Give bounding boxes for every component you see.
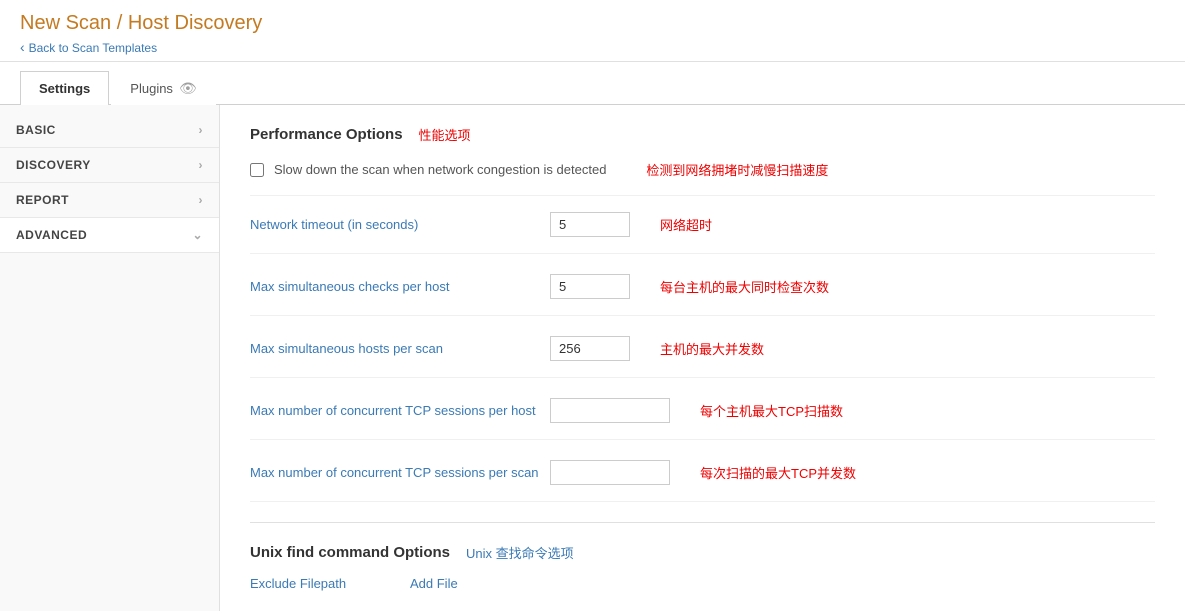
tabs-bar: Settings Plugins 👁	[0, 70, 1185, 105]
page-header: New Scan / Host Discovery Back to Scan T…	[0, 0, 1185, 62]
max-tcp-scan-input[interactable]	[550, 460, 670, 485]
max-tcp-host-cn: 每个主机最大TCP扫描数	[700, 401, 843, 420]
max-tcp-host-label: Max number of concurrent TCP sessions pe…	[250, 403, 550, 418]
page-title: New Scan / Host Discovery	[20, 12, 1165, 35]
slow-down-checkbox[interactable]	[250, 163, 264, 177]
back-link[interactable]: Back to Scan Templates	[20, 41, 157, 55]
chevron-right-icon-3: ›	[199, 193, 204, 207]
sidebar-item-advanced-label: ADVANCED	[16, 228, 87, 242]
unix-title-cn: Unix 查找命令选项	[466, 543, 574, 562]
sidebar: BASIC › DISCOVERY › REPORT › ADVANCED ⌄	[0, 105, 220, 611]
network-timeout-row: Network timeout (in seconds) 网络超时	[250, 212, 1155, 254]
sidebar-item-basic[interactable]: BASIC ›	[0, 113, 219, 148]
max-tcp-scan-label: Max number of concurrent TCP sessions pe…	[250, 465, 550, 480]
unix-exclude-label: Exclude Filepath	[250, 576, 390, 591]
content-area: Performance Options 性能选项 Slow down the s…	[220, 105, 1185, 611]
sidebar-item-discovery-label: DISCOVERY	[16, 158, 91, 172]
max-tcp-scan-cn: 每次扫描的最大TCP并发数	[700, 463, 856, 482]
max-checks-input[interactable]	[550, 274, 630, 299]
max-hosts-label: Max simultaneous hosts per scan	[250, 341, 550, 356]
max-checks-label: Max simultaneous checks per host	[250, 279, 550, 294]
max-checks-row: Max simultaneous checks per host 每台主机的最大…	[250, 274, 1155, 316]
add-file-link[interactable]: Add File	[410, 576, 458, 591]
section-divider	[250, 522, 1155, 523]
unix-section-title: Unix find command Options Unix 查找命令选项	[250, 543, 1155, 562]
slow-down-text: Slow down the scan when network congesti…	[274, 162, 606, 177]
max-tcp-host-row: Max number of concurrent TCP sessions pe…	[250, 398, 1155, 440]
chevron-right-icon: ›	[199, 123, 204, 137]
max-checks-cn: 每台主机的最大同时检查次数	[660, 277, 829, 296]
performance-options-title-cn: 性能选项	[419, 125, 471, 144]
network-timeout-input[interactable]	[550, 212, 630, 237]
tab-plugins[interactable]: Plugins 👁	[111, 71, 215, 105]
sidebar-item-basic-label: BASIC	[16, 123, 56, 137]
performance-options-title-en: Performance Options	[250, 126, 403, 143]
chevron-down-icon: ⌄	[192, 228, 203, 242]
max-hosts-input[interactable]	[550, 336, 630, 361]
max-hosts-cn: 主机的最大并发数	[660, 339, 764, 358]
main-layout: BASIC › DISCOVERY › REPORT › ADVANCED ⌄ …	[0, 105, 1185, 611]
unix-exclude-row: Exclude Filepath Add File	[250, 576, 1155, 591]
chevron-right-icon-2: ›	[199, 158, 204, 172]
performance-options-title: Performance Options 性能选项	[250, 125, 1155, 144]
max-hosts-row: Max simultaneous hosts per scan 主机的最大并发数	[250, 336, 1155, 378]
eye-icon: 👁	[179, 80, 197, 97]
sidebar-item-discovery[interactable]: DISCOVERY ›	[0, 148, 219, 183]
tab-plugins-label: Plugins	[130, 81, 173, 96]
slow-down-label[interactable]: Slow down the scan when network congesti…	[250, 162, 606, 177]
network-timeout-label: Network timeout (in seconds)	[250, 217, 550, 232]
sidebar-item-report-label: REPORT	[16, 193, 69, 207]
tab-settings-label: Settings	[39, 81, 90, 96]
slow-down-row: Slow down the scan when network congesti…	[250, 160, 1155, 196]
sidebar-item-advanced[interactable]: ADVANCED ⌄	[0, 218, 219, 253]
unix-title-en: Unix find command Options	[250, 544, 450, 561]
tab-settings[interactable]: Settings	[20, 71, 109, 105]
sidebar-item-report[interactable]: REPORT ›	[0, 183, 219, 218]
slow-down-label-cn: 检测到网络拥堵时减慢扫描速度	[646, 160, 828, 179]
network-timeout-cn: 网络超时	[660, 215, 712, 234]
max-tcp-scan-row: Max number of concurrent TCP sessions pe…	[250, 460, 1155, 502]
max-tcp-host-input[interactable]	[550, 398, 670, 423]
